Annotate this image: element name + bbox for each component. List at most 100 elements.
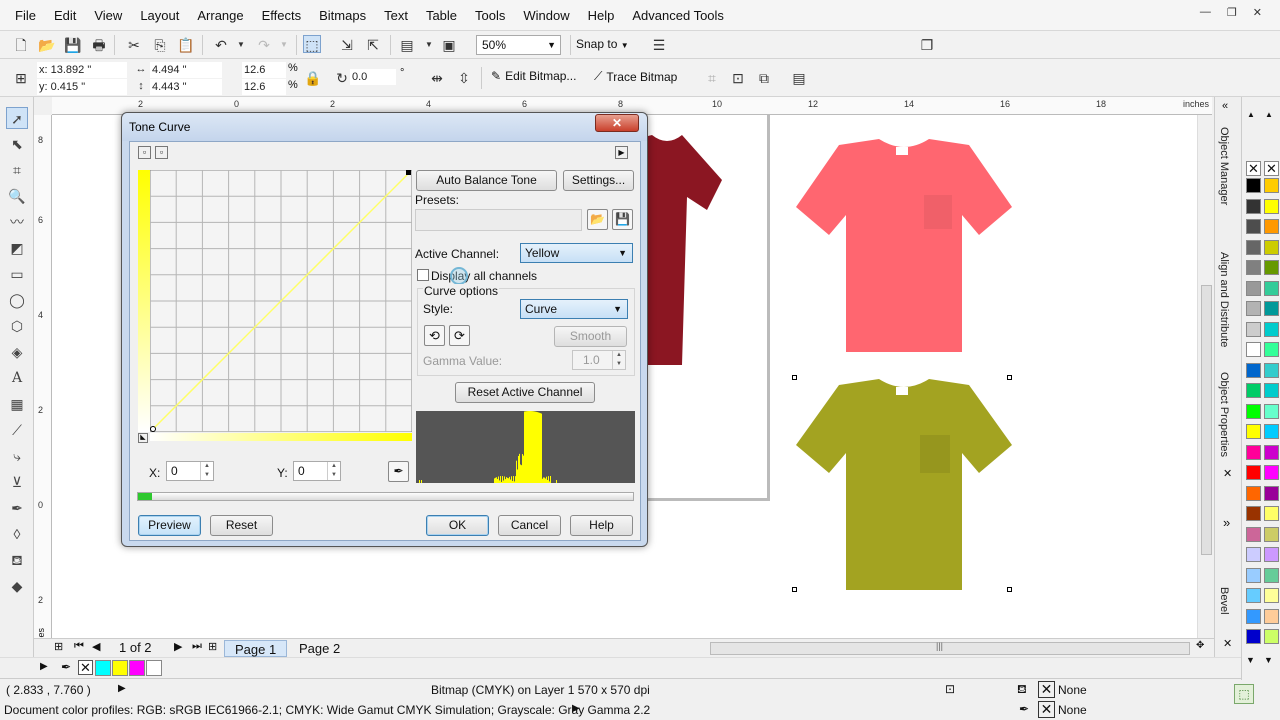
color-swatch[interactable] (1264, 280, 1279, 296)
menu-tools[interactable]: Tools (466, 0, 514, 31)
curve-style-select[interactable]: Curve ▼ (520, 299, 628, 319)
document-status-icon[interactable]: ⬚ (1234, 684, 1254, 704)
color-swatch[interactable] (1264, 465, 1279, 480)
menu-arrange[interactable]: Arrange (188, 0, 252, 31)
save-icon[interactable]: 💾 (64, 36, 82, 54)
tab-page-1[interactable]: Page 1 (224, 640, 288, 657)
color-swatch[interactable] (1264, 526, 1279, 542)
color-swatch[interactable] (1246, 383, 1261, 398)
reset-button[interactable]: Reset (210, 515, 273, 536)
color-swatch[interactable] (1246, 424, 1261, 439)
export-icon[interactable]: ⇱ (364, 36, 382, 54)
color-swatch[interactable] (1246, 506, 1261, 521)
lock-ratio-icon[interactable]: 🔒 (304, 69, 322, 87)
color-swatch[interactable] (1264, 239, 1279, 255)
color-swatch[interactable] (1246, 526, 1261, 542)
reset-active-channel-button[interactable]: Reset Active Channel (455, 382, 595, 403)
workspace-icon[interactable]: ❐ (918, 36, 936, 54)
color-swatch[interactable] (1246, 465, 1261, 480)
document-color-swatch[interactable] (146, 660, 162, 676)
menu-edit[interactable]: Edit (45, 0, 85, 31)
color-swatch[interactable] (1246, 321, 1261, 337)
resample-icon[interactable]: ⧉ (755, 69, 773, 87)
edit-bitmap-button[interactable]: ✎ Edit Bitmap... (491, 69, 576, 83)
rectangle-tool-icon[interactable]: ▭ (6, 263, 28, 285)
menu-bitmaps[interactable]: Bitmaps (310, 0, 375, 31)
fill-tool-icon[interactable]: ⛾ (6, 549, 28, 571)
text-tool-icon[interactable]: A (6, 367, 28, 389)
auto-balance-tone-button[interactable]: Auto Balance Tone (416, 170, 557, 191)
expand-icon[interactable]: ▶ (118, 683, 126, 694)
olive-tshirt[interactable] (794, 377, 1014, 593)
options-icon[interactable]: ☰ (650, 36, 668, 54)
print-icon[interactable]: 🖶 (90, 36, 108, 54)
color-swatch[interactable] (1264, 362, 1279, 378)
color-swatch[interactable] (1246, 567, 1261, 583)
y-position-field[interactable]: y: 0.415 " (37, 79, 127, 95)
expand-preview-icon[interactable]: ▶ (615, 146, 628, 159)
color-swatch[interactable] (1246, 403, 1261, 419)
last-page-icon[interactable]: ⏭ (192, 640, 202, 653)
ok-button[interactable]: OK (426, 515, 489, 536)
snap-to-button[interactable]: Snap to ▼ (576, 37, 629, 51)
color-swatch[interactable] (1264, 198, 1279, 214)
menu-window[interactable]: Window (514, 0, 578, 31)
color-swatch[interactable] (1264, 608, 1279, 624)
tab-bevel[interactable]: Bevel (1218, 587, 1230, 615)
menu-text[interactable]: Text (375, 0, 417, 31)
curve-node-start[interactable] (150, 426, 156, 432)
spinner-arrows-icon[interactable]: ▲ ▼ (200, 462, 213, 480)
welcome-screen-icon[interactable]: ▣ (440, 36, 458, 54)
freehand-tool-icon[interactable]: 〰 (6, 211, 28, 233)
swap-icon[interactable]: ◣ (138, 433, 148, 443)
color-swatch[interactable] (1246, 608, 1261, 624)
add-page-after-icon[interactable]: ⊞ (208, 640, 217, 653)
gamma-value-spinner[interactable]: 1.0 ▲ ▼ (572, 350, 626, 370)
palette-scroll-down-icon[interactable]: ▼ (1264, 655, 1273, 665)
redo-dropdown-icon[interactable]: ▼ (275, 36, 293, 54)
color-swatch[interactable] (1264, 383, 1279, 398)
color-swatch[interactable] (1246, 280, 1261, 296)
zoom-level-select[interactable]: 50% ▼ (476, 35, 561, 55)
color-swatch[interactable] (1246, 588, 1261, 603)
document-color-swatch[interactable] (129, 660, 145, 676)
split-view-icon[interactable]: ▫ (155, 146, 168, 159)
color-swatch[interactable] (1264, 547, 1279, 562)
flip-curve-vertical-icon[interactable]: ⟲ (424, 325, 445, 346)
menu-view[interactable]: View (85, 0, 131, 31)
navigator-icon[interactable]: ✥ (1196, 640, 1204, 651)
tab-page-2[interactable]: Page 2 (289, 640, 350, 657)
trace-bitmap-button[interactable]: ⟋ Trace Bitmap (594, 69, 677, 84)
display-all-channels-checkbox[interactable] (417, 269, 429, 281)
import-icon[interactable]: ⇲ (338, 36, 356, 54)
color-swatch[interactable] (1264, 629, 1279, 644)
x-value-spinner[interactable]: 0 ▲ ▼ (166, 461, 214, 481)
flip-curve-horizontal-icon[interactable]: ⟳ (449, 325, 470, 346)
single-view-icon[interactable]: ▫ (138, 146, 151, 159)
launcher-dropdown-icon[interactable]: ▼ (420, 36, 438, 54)
first-page-icon[interactable]: ⏮ (74, 640, 84, 653)
tab-object-properties[interactable]: Object Properties (1218, 372, 1230, 457)
selection-handle[interactable] (1007, 587, 1012, 592)
color-swatch[interactable] (1246, 547, 1261, 562)
color-swatch[interactable] (1264, 321, 1279, 337)
expand-docker-icon[interactable]: » (1223, 515, 1230, 530)
color-swatch[interactable] (1264, 444, 1279, 460)
dimension-tool-icon[interactable]: ⟋ (6, 419, 28, 441)
x-position-field[interactable]: x: 13.892 " (37, 62, 127, 78)
no-color-swatch[interactable]: ✕ (78, 660, 93, 675)
ellipse-tool-icon[interactable]: ◯ (6, 289, 28, 311)
color-swatch[interactable] (1246, 362, 1261, 378)
profiles-expand-icon[interactable]: ▶ (572, 703, 580, 714)
color-swatch[interactable] (1246, 301, 1261, 316)
color-swatch[interactable] (1264, 424, 1279, 439)
prev-page-icon[interactable]: ◀ (92, 640, 100, 653)
document-color-swatch[interactable] (95, 660, 111, 676)
shape-tool-icon[interactable]: ⬉ (6, 133, 28, 155)
new-document-icon[interactable]: 🗋 (12, 36, 30, 54)
smart-fill-icon[interactable]: ◩ (6, 237, 28, 259)
minimize-icon[interactable]: — (1200, 6, 1211, 19)
table-tool-icon[interactable]: ▦ (6, 393, 28, 415)
color-swatch[interactable] (1264, 219, 1279, 234)
mirror-vertical-icon[interactable]: ⇳ (455, 69, 473, 87)
